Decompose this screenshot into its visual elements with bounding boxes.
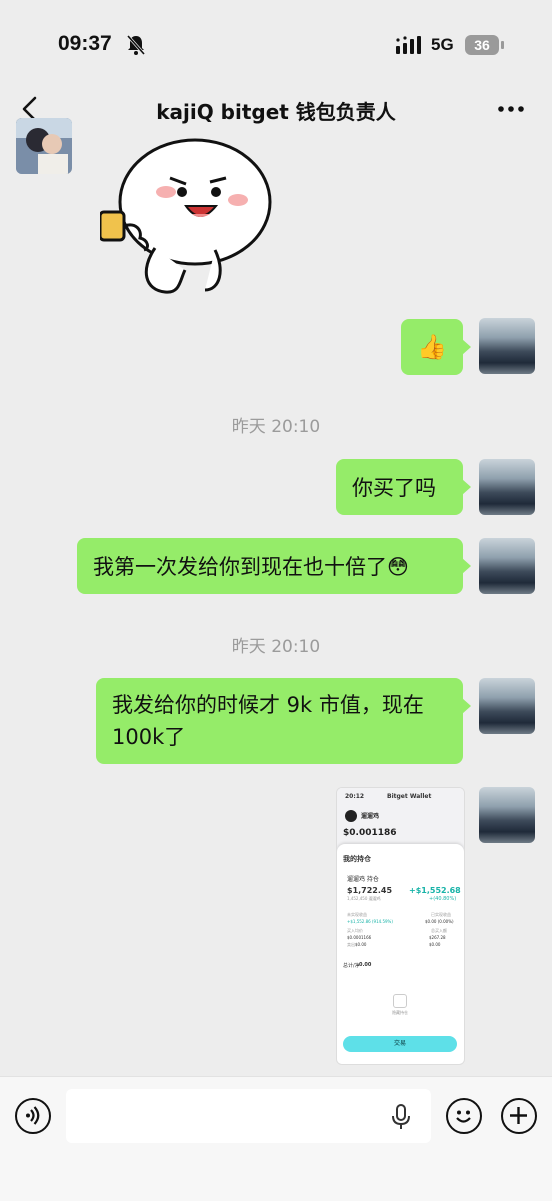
message-text: 我发给你的时候才 9k 市值，现在 100k了 xyxy=(112,693,424,749)
composer-bar xyxy=(0,1076,552,1201)
contact-avatar[interactable] xyxy=(16,118,72,174)
bell-muted-icon xyxy=(126,35,146,55)
message-input[interactable] xyxy=(66,1089,431,1143)
message-bubble-thumbs-up[interactable]: 👍 xyxy=(401,319,471,375)
my-avatar[interactable] xyxy=(479,318,535,374)
holding-pnl-pct: +(40.80%) xyxy=(429,896,457,902)
chat-header: kajiQ bitget 钱包负责人 xyxy=(0,88,552,130)
buy-value: $0.0001166 xyxy=(347,935,372,940)
total-sell-value: $0.00 xyxy=(429,942,441,947)
screenshot-time: 20:12 xyxy=(345,793,365,800)
sell-value: $0.00 xyxy=(355,942,367,947)
unrealized-value: +$1,552.86 (914.59%) xyxy=(347,919,393,924)
network-type: 5G xyxy=(431,35,454,54)
hidden-holding-label: 隐藏持仓 xyxy=(392,1010,408,1015)
my-avatar[interactable] xyxy=(479,787,535,843)
my-avatar[interactable] xyxy=(479,678,535,734)
screenshot-token-name: 遛遛鸡 xyxy=(361,813,380,820)
total-value: 0.00 xyxy=(359,962,372,968)
token-logo-icon xyxy=(345,810,357,822)
total-buy-value: $267.28 xyxy=(429,935,446,940)
voice-mode-icon[interactable] xyxy=(15,1098,51,1134)
chat-title: kajiQ bitget 钱包负责人 xyxy=(156,100,396,124)
status-time: 09:37 xyxy=(58,32,112,55)
unrealized-label: 未实现收益 xyxy=(347,912,367,917)
cartoon-sticker[interactable] xyxy=(100,130,280,300)
emoji-icon[interactable] xyxy=(446,1098,482,1134)
total-buy-label: 总买入额 xyxy=(431,928,447,933)
my-avatar[interactable] xyxy=(479,538,535,594)
message-text: 你买了吗 xyxy=(352,476,436,500)
message-bubble[interactable]: 你买了吗 xyxy=(336,459,471,515)
sheet-title: 我的持仓 xyxy=(343,855,371,863)
message-bubble[interactable]: 我第一次发给你到现在也十倍了😳 xyxy=(77,538,471,594)
thumbs-up-emoji: 👍 xyxy=(417,333,447,361)
my-avatar[interactable] xyxy=(479,459,535,515)
message-text: 我第一次发给你到现在也十倍了😳 xyxy=(93,555,409,579)
holding-value: $1,722.45 xyxy=(347,886,393,895)
message-bubble[interactable]: 我发给你的时候才 9k 市值，现在 100k了 xyxy=(96,678,471,764)
sell-label: 卖出 xyxy=(347,942,355,947)
status-bar: 09:37 5G 36 xyxy=(0,0,552,88)
holding-pnl: +$1,552.68 xyxy=(409,886,461,895)
holding-amount: 1,452,450 遛遛鸡 xyxy=(347,896,381,901)
total-label: 总计/净 xyxy=(343,963,360,969)
screenshot-price: $0.001186 xyxy=(343,828,397,838)
realized-label: 已实现收益 xyxy=(431,912,451,917)
timestamp: 昨天 20:10 xyxy=(231,417,321,437)
empty-box-icon xyxy=(393,994,407,1008)
microphone-icon[interactable] xyxy=(390,1103,412,1131)
holding-label: 遛遛鸡 持仓 xyxy=(347,876,379,883)
more-options-icon[interactable] xyxy=(498,94,524,124)
screenshot-app-name: Bitget Wallet xyxy=(387,793,432,800)
realized-value: $0.00 (0.00%) xyxy=(425,919,454,924)
battery-level: 36 xyxy=(465,35,499,55)
battery-icon: 36 xyxy=(465,35,507,55)
screenshot-image-message[interactable]: 20:12 Bitget Wallet 遛遛鸡 $0.001186 我的持仓 遛… xyxy=(336,787,465,1065)
signal-icon xyxy=(396,36,421,54)
trade-button[interactable]: 交易 xyxy=(343,1036,457,1052)
timestamp: 昨天 20:10 xyxy=(231,637,321,657)
add-more-icon[interactable] xyxy=(501,1098,537,1134)
buy-label: 买入均价 xyxy=(347,928,363,933)
